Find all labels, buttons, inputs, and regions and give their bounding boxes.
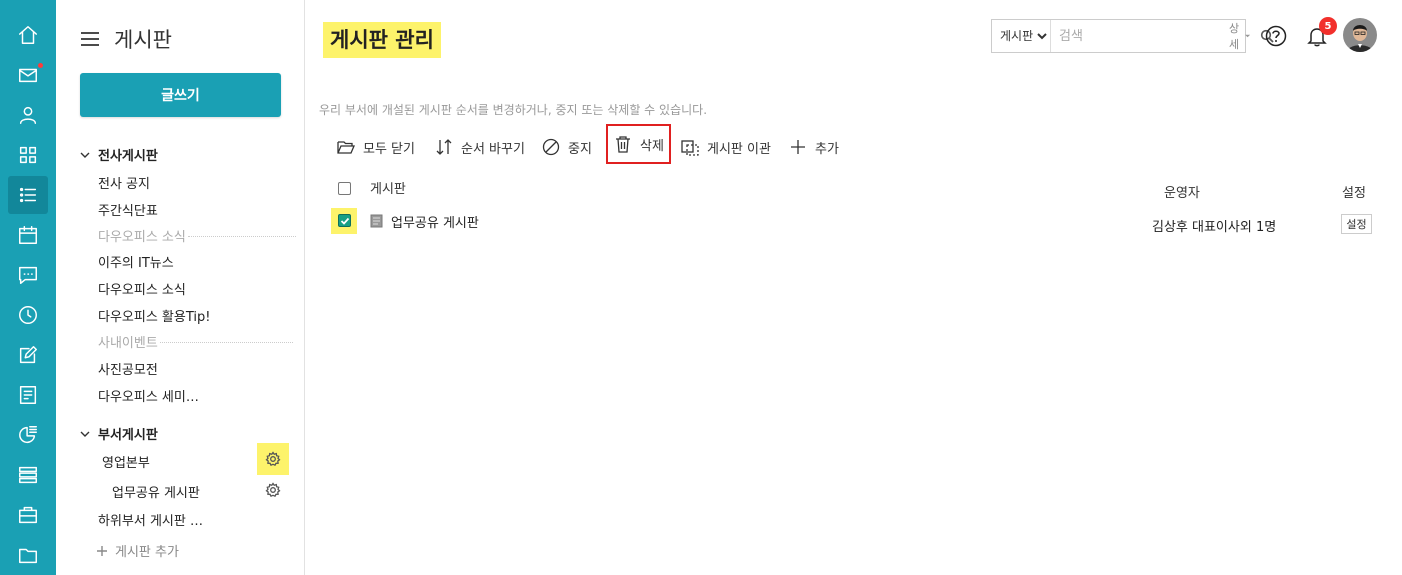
select-all-checkbox[interactable] bbox=[338, 182, 351, 195]
search-detail-label: 상세 bbox=[1229, 22, 1240, 51]
table-row[interactable]: 업무공유 게시판 김상후 대표이사외 1명 설정 bbox=[306, 208, 1402, 236]
group-company-boards[interactable]: 전사게시판 bbox=[80, 145, 158, 164]
mail-unread-dot bbox=[38, 63, 43, 68]
caret-down-icon bbox=[1245, 34, 1251, 38]
divider-label: 다우오피스 소식 bbox=[98, 230, 186, 245]
row-checkbox[interactable] bbox=[338, 214, 351, 227]
transfer-board-label: 게시판 이관 bbox=[707, 141, 771, 157]
sidebar-item-work-share-board[interactable]: 업무공유 게시판 bbox=[112, 482, 200, 501]
delete-label: 삭제 bbox=[640, 138, 664, 154]
stop-button[interactable]: 중지 bbox=[541, 131, 592, 163]
board-list-icon[interactable] bbox=[8, 176, 48, 214]
sidebar-divider-events: 사내이벤트 bbox=[98, 332, 293, 351]
sort-arrows-icon bbox=[436, 139, 452, 155]
board-settings-button[interactable]: 설정 bbox=[1341, 214, 1372, 234]
sidebar-item-sales-division[interactable]: 영업본부 bbox=[102, 452, 150, 471]
column-header-operator: 운영자 bbox=[1164, 186, 1200, 201]
page-description: 우리 부서에 개설된 게시판 순서를 변경하거나, 중지 또는 삭제할 수 있습… bbox=[319, 103, 708, 117]
trash-icon bbox=[616, 136, 630, 153]
divider-label: 사내이벤트 bbox=[98, 336, 158, 351]
reorder-label: 순서 바꾸기 bbox=[461, 141, 525, 157]
stop-label: 중지 bbox=[568, 141, 592, 157]
sales-division-settings-icon[interactable] bbox=[257, 443, 289, 475]
search-detail-toggle[interactable]: 상세 bbox=[1229, 20, 1260, 52]
folder-open-icon bbox=[337, 141, 355, 154]
close-all-label: 모두 닫기 bbox=[363, 141, 415, 157]
group-department-boards[interactable]: 부서게시판 bbox=[80, 424, 158, 443]
chart-pie-icon[interactable] bbox=[8, 416, 48, 454]
mail-icon[interactable] bbox=[8, 56, 48, 94]
sidebar-item-it-news[interactable]: 이주의 IT뉴스 bbox=[98, 252, 174, 271]
sidebar-item-sub-department-boards[interactable]: 하위부서 게시판 … bbox=[98, 510, 203, 529]
main-content: 게시판 관리 게시판 상세 5 bbox=[306, 0, 1402, 575]
clock-icon[interactable] bbox=[8, 296, 48, 334]
briefcase-icon[interactable] bbox=[8, 496, 48, 534]
notification-bell-icon[interactable]: 5 bbox=[1301, 17, 1337, 52]
plus-icon bbox=[97, 545, 107, 556]
sidebar-item-daou-seminar[interactable]: 다우오피스 세미… bbox=[98, 386, 199, 405]
help-icon[interactable] bbox=[1260, 20, 1292, 52]
close-all-button[interactable]: 모두 닫기 bbox=[336, 131, 415, 163]
table-header: 게시판 운영자 설정 bbox=[306, 176, 1402, 202]
ban-icon bbox=[542, 138, 560, 156]
board-operator: 김상후 대표이사외 1명 bbox=[1152, 220, 1277, 235]
sidebar-header: 게시판 bbox=[80, 24, 172, 54]
sidebar-divider-daou-news: 다우오피스 소식 bbox=[98, 226, 296, 245]
add-label: 추가 bbox=[815, 141, 839, 157]
column-header-settings: 설정 bbox=[1342, 186, 1366, 201]
delete-button[interactable]: 삭제 bbox=[606, 124, 671, 164]
calendar-icon[interactable] bbox=[8, 216, 48, 254]
notification-count-badge: 5 bbox=[1319, 17, 1337, 35]
search-scope-select[interactable]: 게시판 bbox=[992, 20, 1051, 52]
group-label: 전사게시판 bbox=[98, 149, 158, 164]
home-icon[interactable] bbox=[8, 16, 48, 54]
contacts-icon[interactable] bbox=[8, 96, 48, 134]
page-title: 게시판 관리 bbox=[323, 22, 441, 58]
group-label: 부서게시판 bbox=[98, 428, 158, 443]
add-button[interactable]: 추가 bbox=[788, 131, 839, 163]
chevron-down-icon bbox=[80, 152, 90, 158]
user-avatar[interactable] bbox=[1343, 18, 1377, 52]
chevron-down-icon bbox=[80, 431, 90, 437]
search-input[interactable] bbox=[1051, 20, 1229, 52]
board-name[interactable]: 업무공유 게시판 bbox=[391, 212, 479, 231]
sidebar-item-daou-news[interactable]: 다우오피스 소식 bbox=[98, 279, 186, 298]
board-sidebar: 게시판 글쓰기 전사게시판 전사 공지 주간식단표 다우오피스 소식 이주의 I… bbox=[56, 0, 305, 575]
chat-icon[interactable] bbox=[8, 256, 48, 294]
add-board-link[interactable]: 게시판 추가 bbox=[96, 541, 179, 560]
app-rail bbox=[0, 0, 56, 575]
reorder-button[interactable]: 순서 바꾸기 bbox=[434, 131, 525, 163]
apps-grid-icon[interactable] bbox=[8, 136, 48, 174]
edit-icon[interactable] bbox=[8, 336, 48, 374]
sidebar-item-daou-tips[interactable]: 다우오피스 활용Tip! bbox=[98, 306, 210, 325]
report-icon[interactable] bbox=[8, 376, 48, 414]
add-board-label: 게시판 추가 bbox=[115, 545, 179, 560]
search-bar: 게시판 상세 bbox=[991, 19, 1274, 53]
stack-icon[interactable] bbox=[8, 456, 48, 494]
folder-icon[interactable] bbox=[8, 536, 48, 574]
sidebar-title: 게시판 bbox=[114, 28, 172, 52]
transfer-icon bbox=[681, 140, 699, 156]
work-share-settings-icon[interactable] bbox=[257, 474, 289, 506]
sidebar-item-weekly-menu[interactable]: 주간식단표 bbox=[98, 200, 158, 219]
sidebar-item-company-notice[interactable]: 전사 공지 bbox=[98, 173, 150, 192]
transfer-board-button[interactable]: 게시판 이관 bbox=[680, 131, 771, 163]
sidebar-item-photo-contest[interactable]: 사진공모전 bbox=[98, 359, 158, 378]
column-header-board: 게시판 bbox=[370, 182, 406, 197]
checkmark-icon bbox=[340, 217, 349, 225]
divider-line bbox=[187, 236, 296, 237]
plus-icon bbox=[791, 140, 805, 154]
write-button[interactable]: 글쓰기 bbox=[80, 73, 281, 117]
hamburger-icon[interactable] bbox=[80, 31, 100, 47]
divider-line bbox=[159, 342, 293, 343]
board-doc-icon bbox=[370, 214, 383, 228]
